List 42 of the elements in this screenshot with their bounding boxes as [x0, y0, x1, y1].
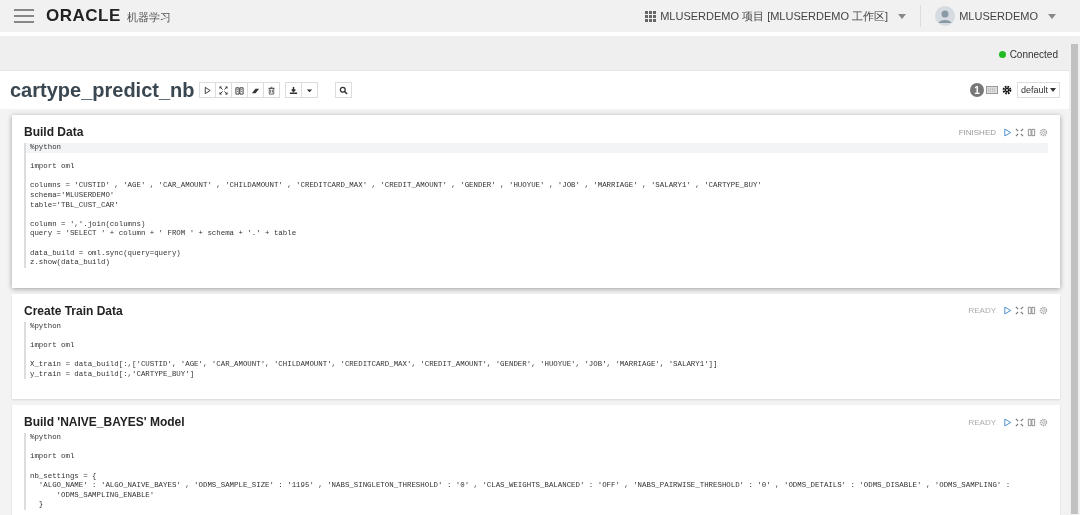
run-all-button[interactable]: [198, 82, 216, 98]
app-name: 机器学习: [126, 10, 171, 25]
book-icon[interactable]: [1027, 127, 1036, 137]
book-icon: [234, 85, 244, 95]
run-icon[interactable]: [1003, 417, 1012, 427]
expand-icon[interactable]: [1015, 127, 1024, 137]
caret-icon: [1048, 13, 1056, 19]
menu-icon[interactable]: [14, 9, 34, 23]
run-icon[interactable]: [1003, 127, 1012, 137]
paragraph-status: FINISHED: [958, 127, 996, 137]
grid-icon: [645, 10, 657, 22]
download-icon: [288, 85, 298, 95]
search-icon: [338, 85, 348, 95]
play-icon: [202, 85, 212, 95]
paragraph-title: Build 'NAIVE_BAYES' Model: [24, 415, 185, 430]
paragraph-title: Build Data: [24, 125, 84, 139]
notebook-title: cartype_predict_nb: [10, 78, 195, 102]
expand-icon: [218, 85, 228, 95]
user-menu[interactable]: MLUSERDEMO: [935, 6, 1056, 26]
paragraph-card[interactable]: [12, 405, 1060, 515]
settings-icon[interactable]: [1001, 85, 1012, 95]
paragraph-card[interactable]: [12, 293, 1060, 400]
paragraph-status: READY: [968, 417, 996, 427]
interpreter-dropdown[interactable]: default: [1016, 82, 1060, 98]
logo: ORACLE: [46, 6, 121, 26]
count-badge: 1: [969, 83, 984, 97]
caret-icon: [898, 13, 907, 19]
paragraph-title: Create Train Data: [24, 303, 123, 318]
run-icon[interactable]: [1003, 306, 1012, 316]
connection-status: Connected: [1009, 48, 1058, 60]
avatar-icon: [935, 6, 956, 26]
trash-icon: [266, 85, 276, 95]
project-selector[interactable]: MLUSERDEMO 项目 [MLUSERDEMO 工作区]: [645, 8, 907, 24]
book-icon[interactable]: [1027, 417, 1036, 427]
paragraph-status: READY: [968, 306, 996, 316]
expand-icon[interactable]: [1015, 417, 1024, 427]
book-icon[interactable]: [1027, 306, 1036, 316]
download-button[interactable]: [284, 82, 302, 98]
caret-icon: [1050, 88, 1056, 92]
search-button[interactable]: [334, 82, 352, 98]
expand-icon[interactable]: [1015, 306, 1024, 316]
code-editor[interactable]: [24, 143, 1048, 268]
